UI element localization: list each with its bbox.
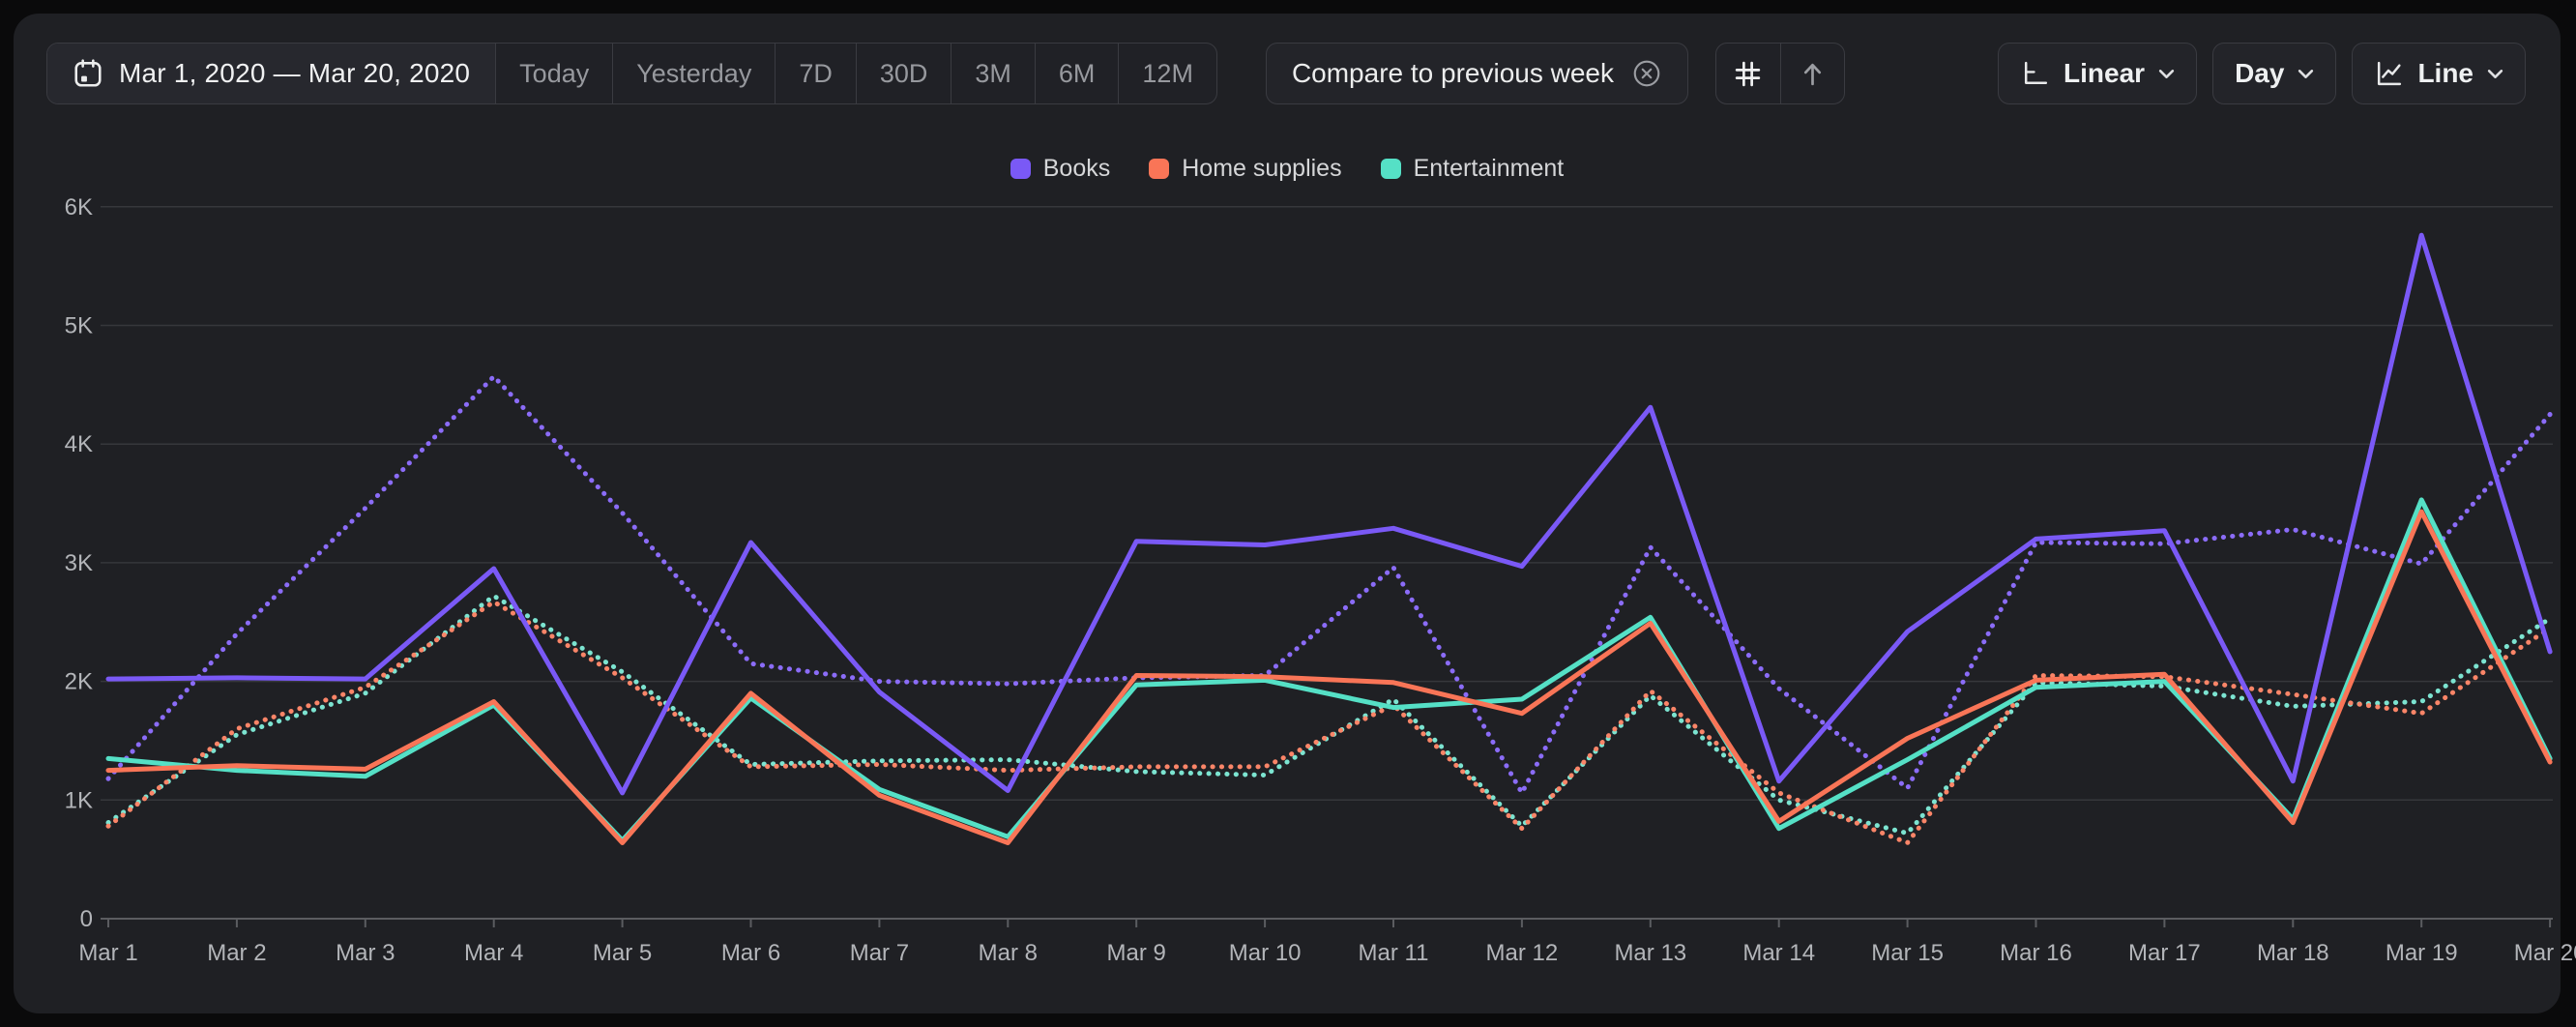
- x-axis-label: Mar 5: [593, 940, 652, 966]
- arrow-up-icon: [1798, 59, 1828, 89]
- y-axis-label: 2K: [65, 669, 93, 695]
- date-range-label: Mar 1, 2020 — Mar 20, 2020: [119, 58, 470, 89]
- x-axis-label: Mar 20: [2514, 940, 2576, 966]
- x-axis-label: Mar 17: [2128, 940, 2201, 966]
- x-axis-label: Mar 16: [2000, 940, 2072, 966]
- x-axis-label: Mar 9: [1107, 940, 1166, 966]
- preset-button-30d[interactable]: 30D: [856, 44, 951, 103]
- x-axis-label: Mar 10: [1229, 940, 1302, 966]
- series-line-home-supplies-previous-week-: [108, 602, 2550, 842]
- series-line-home-supplies: [108, 512, 2550, 842]
- toolbar: Mar 1, 2020 — Mar 20, 2020 Today Yesterd…: [46, 43, 2526, 104]
- dismiss-compare-icon[interactable]: [1631, 58, 1662, 89]
- date-range-button[interactable]: Mar 1, 2020 — Mar 20, 2020: [47, 44, 495, 103]
- chevron-down-icon: [2487, 69, 2503, 79]
- x-axis-label: Mar 14: [1742, 940, 1815, 966]
- compare-toggle-button[interactable]: Compare to previous week: [1266, 43, 1688, 104]
- date-range-group: Mar 1, 2020 — Mar 20, 2020 Today Yesterd…: [46, 43, 1217, 104]
- preset-button-12m[interactable]: 12M: [1118, 44, 1216, 103]
- preset-button-7d[interactable]: 7D: [775, 44, 856, 103]
- legend-item-home-supplies[interactable]: Home supplies: [1149, 155, 1341, 183]
- x-axis-label: Mar 18: [2257, 940, 2329, 966]
- y-axis-label: 5K: [65, 313, 93, 339]
- legend-item-entertainment[interactable]: Entertainment: [1381, 155, 1565, 183]
- x-axis-label: Mar 13: [1614, 940, 1686, 966]
- y-axis-label: 4K: [65, 431, 93, 457]
- home-supplies-swatch: [1149, 159, 1169, 179]
- y-axis-label: 0: [80, 906, 93, 932]
- books-swatch: [1010, 159, 1031, 179]
- grid-view-button[interactable]: [1716, 44, 1780, 103]
- legend-label: Entertainment: [1414, 155, 1565, 183]
- x-axis-label: Mar 11: [1359, 940, 1429, 966]
- scale-value: Linear: [2064, 58, 2145, 89]
- legend-item-books[interactable]: Books: [1010, 155, 1110, 183]
- x-axis-label: Mar 19: [2386, 940, 2458, 966]
- x-axis-label: Mar 1: [78, 940, 137, 966]
- granularity-value: Day: [2235, 58, 2284, 89]
- y-axis-label: 3K: [65, 550, 93, 576]
- compare-label: Compare to previous week: [1292, 58, 1614, 89]
- x-axis-label: Mar 2: [207, 940, 266, 966]
- entertainment-swatch: [1381, 159, 1401, 179]
- export-button[interactable]: [1780, 44, 1844, 103]
- preset-button-6m[interactable]: 6M: [1035, 44, 1119, 103]
- x-axis-label: Mar 12: [1486, 940, 1559, 966]
- x-axis-label: Mar 4: [464, 940, 523, 966]
- x-axis-label: Mar 6: [721, 940, 780, 966]
- chart-type-value: Line: [2417, 58, 2474, 89]
- legend-label: Books: [1043, 155, 1110, 183]
- x-axis-label: Mar 8: [979, 940, 1038, 966]
- x-axis-label: Mar 7: [850, 940, 909, 966]
- scale-dropdown[interactable]: Linear: [1998, 43, 2197, 104]
- chevron-down-icon: [2298, 69, 2314, 79]
- calendar-icon: [73, 58, 103, 89]
- chart-type-dropdown[interactable]: Line: [2352, 43, 2526, 104]
- preset-button-3m[interactable]: 3M: [951, 44, 1035, 103]
- legend: Books Home supplies Entertainment: [14, 155, 2561, 183]
- chart-settings: Linear Day: [1998, 43, 2526, 104]
- series-line-entertainment: [108, 500, 2550, 840]
- legend-label: Home supplies: [1182, 155, 1341, 183]
- granularity-dropdown[interactable]: Day: [2212, 43, 2336, 104]
- grid-icon: [1733, 59, 1763, 89]
- x-axis-label: Mar 3: [336, 940, 395, 966]
- y-axis-label: 1K: [65, 787, 93, 813]
- x-axis-label: Mar 15: [1871, 940, 1944, 966]
- view-toggle-group: [1715, 43, 1845, 104]
- analytics-dashboard: Mar 1, 2020 — Mar 20, 2020 Today Yesterd…: [0, 0, 2576, 1027]
- line-chart-icon: [2374, 59, 2404, 89]
- chevron-down-icon: [2158, 69, 2175, 79]
- y-axis-label: 6K: [65, 194, 93, 220]
- preset-button-today[interactable]: Today: [495, 44, 612, 103]
- axis-icon: [2020, 59, 2050, 89]
- preset-button-yesterday[interactable]: Yesterday: [612, 44, 775, 103]
